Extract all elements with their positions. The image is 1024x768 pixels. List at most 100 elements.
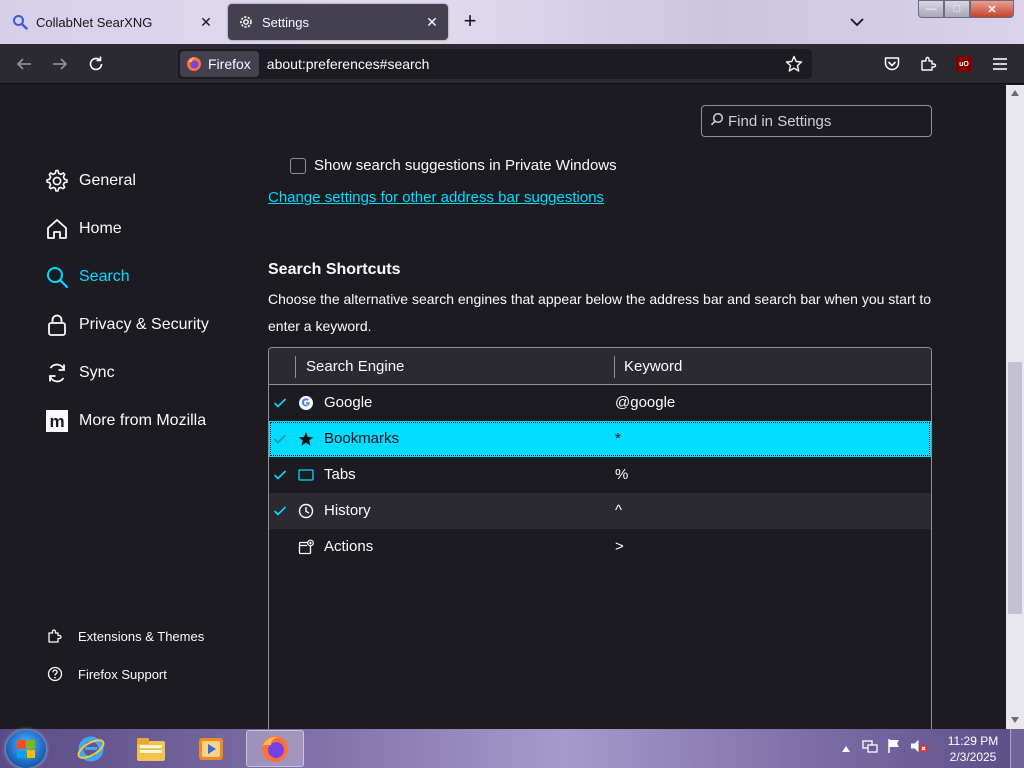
search-icon (710, 112, 724, 130)
checkmark-icon[interactable] (271, 430, 289, 448)
tab-label: Settings (262, 14, 309, 30)
network-icon[interactable] (862, 738, 878, 759)
windows-taskbar: 11:29 PM 2/3/2025 (0, 729, 1024, 768)
close-tab-icon[interactable]: ✕ (196, 12, 216, 32)
tab-icon (297, 466, 315, 484)
tab-strip: CollabNet SearXNG ✕ Settings ✕ + — □ ✕ (0, 0, 1024, 44)
action-center-flag-icon[interactable] (886, 738, 902, 759)
navigation-toolbar: Firefox about:preferences#search uO (0, 44, 1024, 84)
hamburger-menu-icon[interactable] (988, 52, 1012, 76)
sidebar-item-label: Sync (79, 364, 115, 381)
internet-explorer-icon[interactable] (62, 730, 120, 767)
sidebar-item-label: Search (79, 268, 130, 285)
puzzle-icon (46, 627, 64, 645)
back-arrow-icon[interactable] (12, 52, 36, 76)
table-row-tabs[interactable]: Tabs % (269, 457, 931, 493)
table-row-google[interactable]: Google @google (269, 385, 931, 421)
firefox-logo-icon (186, 56, 202, 72)
svg-text:m: m (49, 412, 64, 431)
table-row-history[interactable]: History ^ (269, 493, 931, 529)
minimize-button[interactable]: — (918, 0, 944, 18)
column-header-keyword[interactable]: Keyword (624, 358, 682, 375)
checkmark-icon[interactable] (271, 502, 289, 520)
checkmark-icon[interactable] (271, 466, 289, 484)
volume-muted-icon[interactable] (910, 738, 928, 759)
ublock-badge: uO (956, 56, 972, 72)
engine-keyword[interactable]: * (615, 430, 621, 447)
close-window-button[interactable]: ✕ (970, 0, 1014, 18)
private-suggestions-label: Show search suggestions in Private Windo… (314, 157, 617, 174)
close-tab-icon[interactable]: ✕ (422, 12, 442, 32)
gear-icon (238, 14, 254, 30)
window-controls: — □ ✕ (918, 0, 1014, 20)
mozilla-icon: m (44, 408, 70, 434)
footer-link-label: Extensions & Themes (78, 628, 205, 644)
sidebar-item-home[interactable]: Home (44, 213, 122, 245)
media-player-icon[interactable] (182, 730, 240, 767)
column-header-search-engine[interactable]: Search Engine (306, 358, 404, 375)
taskbar-clock[interactable]: 11:29 PM 2/3/2025 (942, 733, 1004, 765)
column-divider[interactable] (614, 356, 615, 378)
pocket-icon[interactable] (880, 52, 904, 76)
sidebar-item-search[interactable]: Search (44, 261, 130, 293)
reload-icon[interactable] (84, 52, 108, 76)
bookmark-star-icon[interactable] (782, 52, 806, 76)
sidebar-item-label: General (79, 172, 136, 189)
private-suggestions-row[interactable]: Show search suggestions in Private Windo… (290, 157, 617, 174)
clock-time: 11:29 PM (947, 734, 999, 748)
search-shortcuts-description: Choose the alternative search engines th… (268, 291, 932, 334)
sidebar-item-general[interactable]: General (44, 165, 136, 197)
tab-collabnet-searxng[interactable]: CollabNet SearXNG ✕ (2, 4, 222, 40)
new-tab-button[interactable]: + (458, 10, 482, 34)
search-engines-table[interactable]: Search Engine Keyword Google @google Boo… (268, 347, 932, 729)
sidebar-item-label: Home (79, 220, 122, 237)
search-icon (44, 264, 70, 290)
sidebar-item-sync[interactable]: Sync (44, 357, 115, 389)
sidebar-item-label: Privacy & Security (79, 316, 209, 333)
file-explorer-icon[interactable] (122, 730, 180, 767)
identity-box[interactable]: Firefox (180, 51, 259, 77)
ublock-origin-icon[interactable]: uO (952, 52, 976, 76)
find-in-settings-input[interactable] (728, 112, 918, 130)
engine-name: Bookmarks (324, 430, 400, 447)
show-hidden-icons-icon[interactable] (842, 740, 850, 758)
help-icon (46, 665, 64, 683)
identity-label: Firefox (208, 56, 251, 72)
scroll-up-arrow-icon[interactable] (1010, 88, 1020, 98)
engine-name: Google (324, 394, 373, 411)
firefox-taskbar-icon[interactable] (246, 730, 304, 767)
system-tray (842, 729, 928, 768)
engine-keyword[interactable]: ^ (615, 502, 622, 519)
list-all-tabs-chevron-icon[interactable] (846, 12, 868, 32)
url-bar[interactable]: Firefox about:preferences#search (178, 49, 812, 79)
start-button[interactable] (6, 730, 46, 768)
extensions-puzzle-icon[interactable] (916, 52, 940, 76)
star-icon (297, 430, 315, 448)
lock-icon (44, 312, 70, 338)
extensions-themes-link[interactable]: Extensions & Themes (46, 624, 204, 648)
show-desktop-button[interactable] (1010, 729, 1024, 768)
search-shortcuts-heading: Search Shortcuts (268, 261, 401, 278)
engine-keyword[interactable]: @google (615, 394, 675, 411)
engine-keyword[interactable]: > (615, 538, 624, 555)
sync-icon (44, 360, 70, 386)
scrollbar-thumb[interactable] (1008, 362, 1022, 614)
sidebar-item-more-from-mozilla[interactable]: m More from Mozilla (44, 405, 206, 437)
engine-keyword[interactable]: % (615, 466, 628, 483)
address-bar-settings-link[interactable]: Change settings for other address bar su… (268, 189, 604, 206)
tab-settings[interactable]: Settings ✕ (228, 4, 448, 40)
find-in-settings-field[interactable] (701, 105, 932, 137)
table-row-bookmarks[interactable]: Bookmarks * (269, 421, 931, 457)
table-row-actions[interactable]: Actions > (269, 529, 931, 565)
forward-arrow-icon[interactable] (48, 52, 72, 76)
engine-name: Tabs (324, 466, 356, 483)
checkmark-icon[interactable] (271, 394, 289, 412)
vertical-scrollbar[interactable] (1006, 85, 1024, 729)
url-text[interactable]: about:preferences#search (267, 56, 782, 72)
firefox-support-link[interactable]: Firefox Support (46, 662, 167, 686)
clock-date: 2/3/2025 (949, 750, 997, 764)
sidebar-item-privacy-security[interactable]: Privacy & Security (44, 309, 209, 341)
maximize-button[interactable]: □ (944, 0, 970, 18)
scroll-down-arrow-icon[interactable] (1010, 715, 1020, 725)
private-suggestions-checkbox[interactable] (290, 157, 306, 174)
